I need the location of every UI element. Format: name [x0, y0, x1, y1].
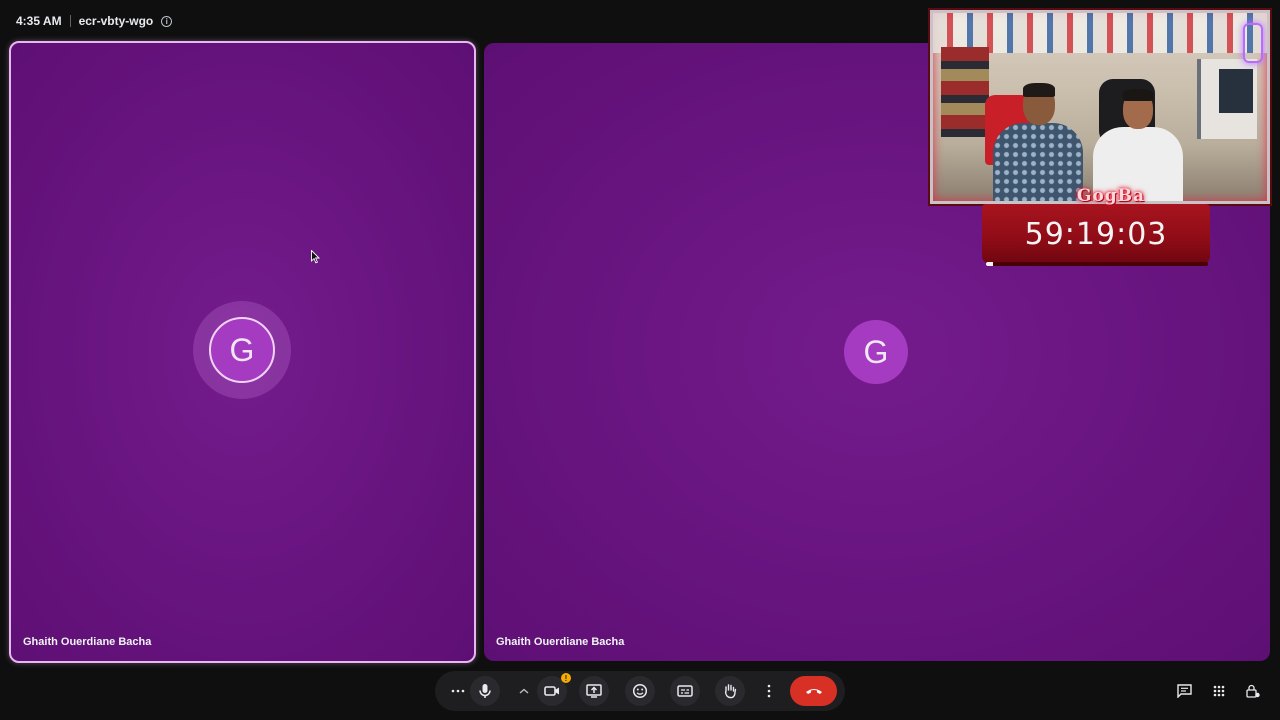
avatar-container: G	[193, 301, 291, 399]
avatar: G	[844, 320, 908, 384]
microphone-icon	[479, 684, 491, 698]
divider	[69, 15, 71, 27]
more-vert-icon[interactable]	[758, 676, 780, 706]
monitor-decor	[1219, 69, 1253, 113]
speaking-ring: G	[193, 301, 291, 399]
call-controls: !	[0, 671, 1280, 711]
meeting-info-bar: 4:35 AM ecr-vbty-wgo i	[16, 12, 173, 30]
meeting-time: 4:35 AM	[16, 14, 62, 28]
chevron-up-icon[interactable]	[514, 676, 534, 706]
mouse-cursor-icon	[311, 250, 321, 264]
activities-icon[interactable]	[1209, 681, 1229, 701]
host-controls-icon[interactable]	[1243, 681, 1263, 701]
raise-hand-icon	[724, 684, 737, 699]
participant-tile-active[interactable]: G Ghaith Ouerdiane Bacha	[9, 41, 476, 663]
captions-button[interactable]	[670, 676, 700, 706]
warning-badge: !	[561, 673, 571, 683]
hang-up-button[interactable]	[790, 676, 837, 706]
camera-icon	[544, 686, 559, 696]
present-screen-icon	[586, 684, 602, 698]
emoji-icon	[632, 683, 648, 699]
stream-timer: 59:19:03	[982, 204, 1210, 264]
timer-progress-bar	[986, 262, 1208, 266]
camera-button[interactable]: !	[537, 673, 571, 706]
meet-window: 4:35 AM ecr-vbty-wgo i G Ghaith Ouerdian…	[0, 0, 1280, 720]
participant-name: Ghaith Ouerdiane Bacha	[23, 636, 152, 648]
streamer-logo: GogBa	[1076, 186, 1146, 206]
hang-up-icon	[805, 689, 822, 694]
stream-overlay: 59:19:03 GogBa	[926, 8, 1274, 270]
posters-decor	[941, 47, 989, 137]
timer-progress-fill	[986, 262, 993, 266]
participant-name: Ghaith Ouerdiane Bacha	[496, 636, 625, 648]
avatar: G	[209, 317, 275, 383]
microphone-button[interactable]	[470, 676, 500, 706]
info-icon[interactable]: i	[161, 15, 173, 27]
chat-icon[interactable]	[1174, 681, 1194, 701]
webcam-feed	[930, 10, 1270, 204]
avatar-container: G	[844, 320, 908, 384]
raise-hand-button[interactable]	[715, 676, 745, 706]
present-screen-button[interactable]	[579, 676, 609, 706]
neon-decor	[1243, 23, 1263, 63]
captions-icon	[677, 685, 693, 697]
meeting-code: ecr-vbty-wgo	[78, 14, 154, 28]
more-options-icon[interactable]	[447, 676, 469, 706]
emoji-button[interactable]	[625, 676, 655, 706]
